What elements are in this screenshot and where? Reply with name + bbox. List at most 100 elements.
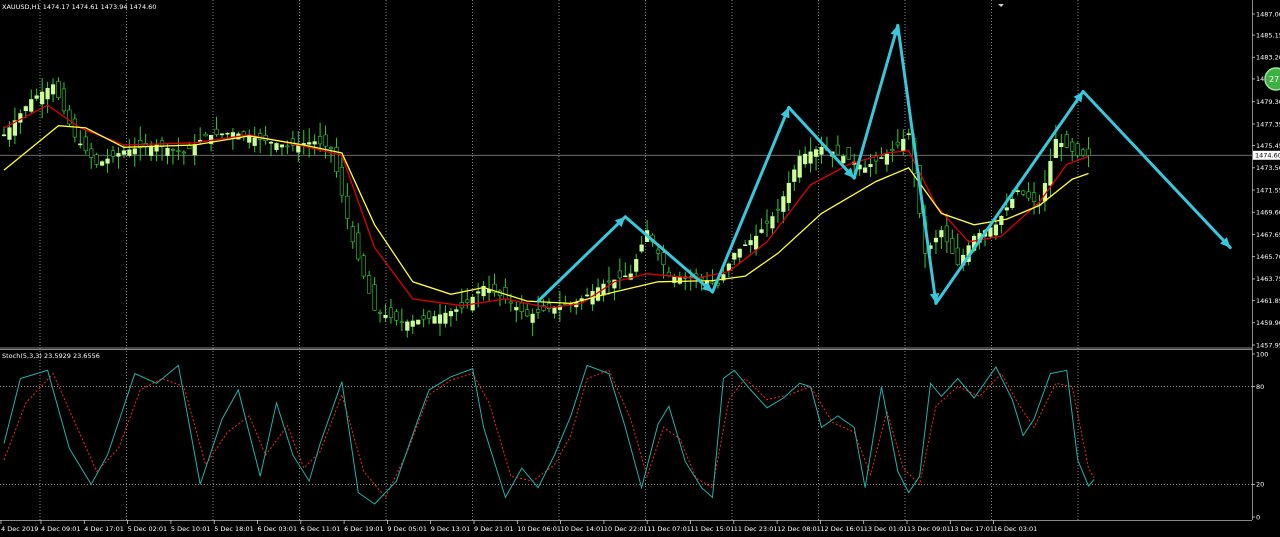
candle-body (421, 315, 426, 320)
candle-body (56, 81, 61, 99)
candle-body (868, 164, 873, 167)
candle-body (514, 307, 519, 311)
candle-body (879, 157, 884, 159)
profit-badge-label: 27 (1269, 75, 1279, 84)
price-tick-label: 1485.15 (1256, 31, 1280, 39)
candle-body (748, 240, 753, 246)
stoch-signal-line (3, 369, 1095, 499)
price-tick-label: 1487.00 (1256, 10, 1280, 18)
candle-body (100, 161, 105, 166)
candle-body (1, 134, 7, 137)
time-tick-label: 12 Dec 08:01 (777, 525, 821, 533)
time-tick-label: 13 Dec 09:01 (907, 525, 951, 533)
candle-body (862, 167, 868, 173)
time-tick-label: 10 Dec 22:01 (604, 525, 648, 533)
candle-body (279, 144, 285, 148)
price-tick-label: 1467.65 (1256, 231, 1280, 239)
candle-body (1021, 190, 1026, 195)
candle-body (399, 321, 404, 324)
candle-body (454, 309, 459, 312)
candle-body (274, 143, 279, 150)
candle-body (437, 314, 443, 324)
time-tick-label: 10 Dec 06:01 (517, 525, 561, 533)
time-tick-label: 9 Dec 05:01 (387, 525, 427, 533)
candle-body (786, 182, 791, 203)
candle-body (394, 311, 399, 321)
candle-body (252, 137, 257, 146)
candle-body (214, 128, 219, 135)
candle-body (345, 195, 350, 219)
chart-canvas[interactable]: 1487.001485.151483.201481.301479.301477.… (0, 0, 1280, 537)
candle-body (361, 255, 366, 277)
candle-body (405, 321, 410, 331)
candle-body (410, 320, 415, 327)
candle-body (655, 249, 661, 254)
candle-body (950, 238, 955, 254)
candle-body (339, 166, 345, 196)
candle-body (110, 150, 116, 157)
candle-body (121, 150, 126, 155)
price-tick-label: 1475.45 (1256, 142, 1280, 150)
time-tick-label: 4 Dec 09:01 (41, 525, 81, 533)
price-tick-label: 1477.35 (1256, 120, 1280, 128)
candle-body (165, 147, 170, 156)
candle-body (448, 311, 454, 317)
candle-body (50, 84, 56, 95)
candle-body (525, 309, 530, 317)
candle-body (530, 313, 535, 323)
candle-body (792, 169, 797, 182)
candle-body (933, 237, 939, 243)
time-tick-label: 11 Dec 07:01 (647, 525, 691, 533)
time-tick-label: 13 Dec 01:01 (864, 525, 908, 533)
candle-body (955, 247, 960, 265)
candle-body (285, 145, 290, 148)
candle-body (127, 149, 132, 156)
candle-body (388, 307, 394, 319)
candle-body (105, 158, 110, 164)
candle-body (1053, 139, 1058, 158)
candle-body (775, 208, 780, 211)
candle-body (350, 226, 355, 243)
time-tick-label: 16 Dec 03:01 (994, 525, 1038, 533)
candle-body (192, 144, 197, 156)
candle-body (312, 141, 317, 145)
time-tick-label: 6 Dec 19:01 (344, 525, 384, 533)
candle-body (307, 142, 312, 145)
price-tick-label: 1471.55 (1256, 186, 1280, 194)
candle-body (993, 224, 998, 236)
price-tick-label: 1461.85 (1256, 297, 1280, 305)
candle-body (181, 151, 186, 154)
trend-arrow-segment (934, 89, 1085, 305)
candle-body (906, 133, 911, 135)
ma-fast-line (3, 104, 1089, 309)
trend-arrow-segment (536, 215, 627, 303)
candle-body (661, 252, 666, 265)
candle-body (23, 106, 28, 112)
candle-body (476, 291, 481, 294)
time-tick-label: 5 Dec 02:01 (128, 525, 168, 533)
stoch-tick-label: 0 (1256, 513, 1260, 521)
time-tick-label: 10 Dec 14:01 (561, 525, 605, 533)
candle-body (781, 196, 786, 212)
candle-body (503, 287, 508, 300)
candle-body (383, 314, 388, 318)
candle-body (247, 136, 252, 143)
time-tick-label: 9 Dec 13:01 (431, 525, 471, 533)
candle-body (617, 270, 622, 279)
candle-body (83, 136, 88, 152)
candle-body (377, 311, 383, 314)
candle-body (40, 91, 45, 105)
candle-body (45, 88, 50, 100)
candle-body (732, 252, 737, 260)
candle-body (585, 294, 590, 297)
candle-body (753, 235, 759, 250)
candle-body (443, 312, 448, 324)
candle-body (317, 136, 323, 145)
stoch-tick-label: 20 (1256, 481, 1264, 489)
time-tick-label: 6 Dec 03:01 (258, 525, 298, 533)
candle-body (1026, 191, 1031, 199)
candle-body (939, 230, 944, 238)
candle-body (535, 309, 541, 313)
candle-body (606, 280, 612, 283)
candle-body (241, 131, 246, 136)
